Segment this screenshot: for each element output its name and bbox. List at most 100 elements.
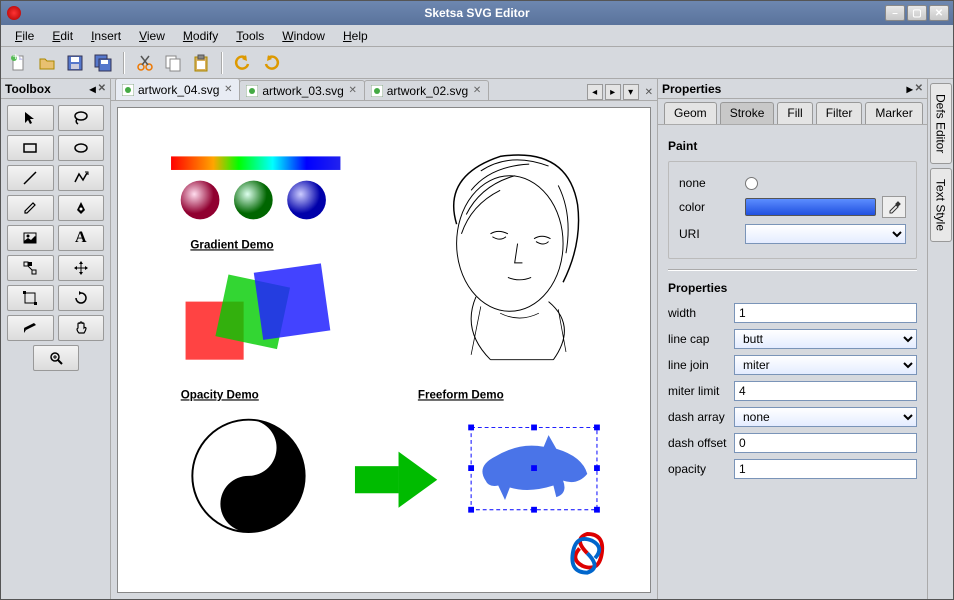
green-arrow: [355, 452, 437, 508]
line-tool[interactable]: [7, 165, 54, 191]
rotate-tool[interactable]: [58, 285, 105, 311]
paint-section-title: Paint: [668, 139, 917, 153]
dasharray-label: dash array: [668, 410, 728, 424]
pencil-tool[interactable]: [7, 195, 54, 221]
paint-color-label: color: [679, 200, 739, 214]
toolbox-panel: Toolbox ◂✕ A: [1, 79, 111, 599]
svg-file-icon: [371, 85, 383, 97]
tabbar-close-icon[interactable]: ✕: [645, 87, 653, 98]
dolphin-selected[interactable]: [468, 425, 600, 513]
open-file-button[interactable]: [35, 51, 59, 75]
gradient-tool[interactable]: [7, 315, 54, 341]
tab-artwork-03[interactable]: artwork_03.svg ✕: [239, 80, 364, 100]
tab-list-button[interactable]: ▾: [623, 84, 639, 100]
copy-button[interactable]: [161, 51, 185, 75]
menu-edit[interactable]: Edit: [44, 27, 81, 45]
canvas[interactable]: Gradient Demo Op: [117, 107, 651, 593]
gradient-bar: [171, 156, 340, 170]
menu-modify[interactable]: Modify: [175, 27, 226, 45]
props-section-title: Properties: [668, 281, 917, 295]
cut-button[interactable]: [133, 51, 157, 75]
opacity-demo-label: Opacity Demo: [181, 388, 259, 401]
paint-none-radio[interactable]: [745, 177, 758, 190]
pen-tool[interactable]: [58, 195, 105, 221]
zoom-tool[interactable]: [33, 345, 79, 371]
save-button[interactable]: [63, 51, 87, 75]
linecap-label: line cap: [668, 332, 728, 346]
miterlimit-label: miter limit: [668, 384, 728, 398]
app-icon: [7, 6, 21, 20]
new-file-button[interactable]: +: [7, 51, 31, 75]
property-tabs: Geom Stroke Fill Filter Marker: [658, 99, 927, 125]
menu-file[interactable]: File: [7, 27, 42, 45]
lasso-tool[interactable]: [58, 105, 105, 131]
tool-grid: A: [1, 99, 110, 377]
sidetab-defs[interactable]: Defs Editor: [930, 83, 952, 164]
paste-button[interactable]: [189, 51, 213, 75]
paint-color-swatch[interactable]: [745, 198, 876, 216]
proptab-marker[interactable]: Marker: [865, 102, 922, 124]
linecap-select[interactable]: butt: [734, 329, 917, 349]
main-area: artwork_04.svg ✕ artwork_03.svg ✕ artwor…: [111, 79, 657, 599]
expand-icon[interactable]: ▸: [907, 82, 913, 96]
proptab-filter[interactable]: Filter: [816, 102, 863, 124]
node-edit-tool[interactable]: [7, 255, 54, 281]
miterlimit-input[interactable]: [734, 381, 917, 401]
tab-close-icon[interactable]: ✕: [472, 86, 482, 96]
titlebar[interactable]: Sketsa SVG Editor – ▢ ✕: [1, 1, 953, 25]
image-tool[interactable]: [7, 225, 54, 251]
dasharray-select[interactable]: none: [734, 407, 917, 427]
maximize-button[interactable]: ▢: [907, 5, 927, 21]
save-all-button[interactable]: [91, 51, 115, 75]
ellipse-tool[interactable]: [58, 135, 105, 161]
rectangle-tool[interactable]: [7, 135, 54, 161]
tab-close-icon[interactable]: ✕: [223, 85, 233, 95]
width-input[interactable]: [734, 303, 917, 323]
menu-view[interactable]: View: [131, 27, 173, 45]
dashoffset-input[interactable]: [734, 433, 917, 453]
proptab-geom[interactable]: Geom: [664, 102, 717, 124]
content-area: Toolbox ◂✕ A: [1, 79, 953, 599]
spiral-logo: [572, 534, 602, 573]
tab-next-button[interactable]: ▸: [605, 84, 621, 100]
tab-label: artwork_02.svg: [387, 84, 468, 98]
panel-close-icon[interactable]: ✕: [915, 83, 923, 94]
app-window: Sketsa SVG Editor – ▢ ✕ File Edit Insert…: [0, 0, 954, 600]
minimize-button[interactable]: –: [885, 5, 905, 21]
menu-window[interactable]: Window: [274, 27, 333, 45]
opacity-input[interactable]: [734, 459, 917, 479]
close-window-button[interactable]: ✕: [929, 5, 949, 21]
polyline-tool[interactable]: [58, 165, 105, 191]
sidetab-text-style[interactable]: Text Style: [930, 168, 952, 242]
hand-tool[interactable]: [58, 315, 105, 341]
select-tool[interactable]: [7, 105, 54, 131]
transform-tool[interactable]: [7, 285, 54, 311]
undo-button[interactable]: [231, 51, 255, 75]
panel-close-icon[interactable]: ✕: [98, 83, 106, 94]
properties-title: Properties: [662, 82, 721, 96]
tab-artwork-04[interactable]: artwork_04.svg ✕: [115, 79, 240, 100]
collapse-icon[interactable]: ◂: [90, 82, 96, 96]
anime-sketch: [454, 155, 579, 360]
paint-uri-select[interactable]: [745, 224, 906, 244]
toolbox-header: Toolbox ◂✕: [1, 79, 110, 99]
freeform-demo-label: Freeform Demo: [418, 388, 504, 401]
proptab-stroke[interactable]: Stroke: [720, 102, 775, 124]
right-side-tabs: Defs Editor Text Style: [927, 79, 953, 599]
redo-button[interactable]: [259, 51, 283, 75]
menu-tools[interactable]: Tools: [228, 27, 272, 45]
tab-close-icon[interactable]: ✕: [348, 86, 358, 96]
menu-help[interactable]: Help: [335, 27, 376, 45]
properties-body: Paint none color URI: [658, 125, 927, 599]
yinyang: [192, 420, 304, 532]
linejoin-select[interactable]: miter: [734, 355, 917, 375]
dashoffset-label: dash offset: [668, 436, 728, 450]
tab-artwork-02[interactable]: artwork_02.svg ✕: [364, 80, 489, 100]
menu-insert[interactable]: Insert: [83, 27, 129, 45]
proptab-fill[interactable]: Fill: [777, 102, 812, 124]
text-tool[interactable]: A: [58, 225, 105, 251]
svg-text:+: +: [12, 54, 19, 63]
eyedropper-button[interactable]: [882, 196, 906, 218]
tab-prev-button[interactable]: ◂: [587, 84, 603, 100]
move-tool[interactable]: [58, 255, 105, 281]
